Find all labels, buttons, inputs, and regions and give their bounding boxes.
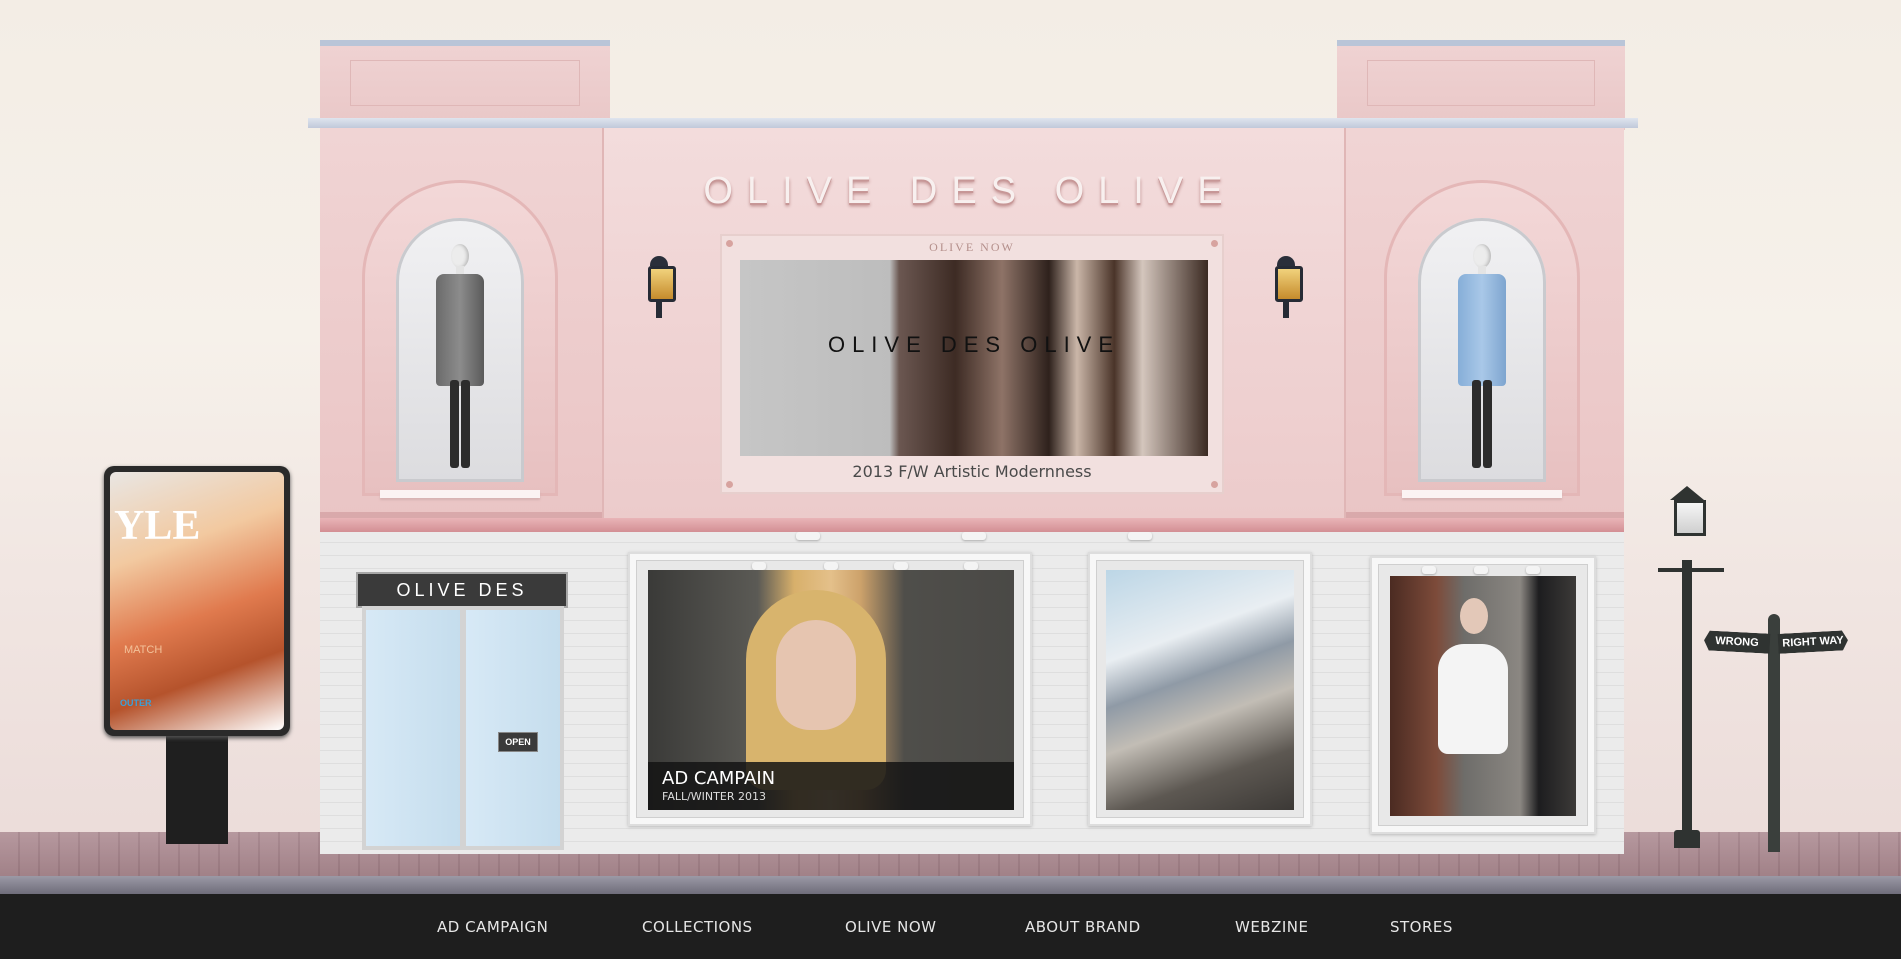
- mannequin-tweed-coat[interactable]: [430, 240, 490, 480]
- roof-cornice: [308, 118, 1638, 128]
- door-sign: OLIVE DES OLIVE: [356, 572, 568, 632]
- collection-photo[interactable]: [1106, 570, 1294, 810]
- roof-tower-right: [1337, 40, 1625, 130]
- ceiling-light: [1128, 532, 1152, 540]
- ceiling-light: [962, 532, 986, 540]
- kiosk-text-match: MATCH: [124, 644, 163, 656]
- lookbook-photo[interactable]: [1390, 576, 1576, 816]
- nav-olive-now[interactable]: OLIVE NOW: [845, 918, 936, 936]
- nav-webzine[interactable]: WEBZINE: [1235, 918, 1309, 936]
- billboard-caption[interactable]: 2013 F/W Artistic Modernness: [722, 462, 1222, 481]
- ad-campaign-photo[interactable]: AD CAMPAIN FALL/WINTER 2013: [648, 570, 1014, 810]
- ad-campaign-subtitle: FALL/WINTER 2013: [662, 790, 766, 803]
- billboard-brand-text: OLIVE DES OLIVE: [827, 332, 1121, 357]
- kiosk-post: [166, 736, 228, 844]
- ad-campaign-title: AD CAMPAIN: [662, 768, 776, 789]
- mannequin-blue-coat[interactable]: [1452, 240, 1512, 480]
- collection-window[interactable]: [1088, 552, 1312, 826]
- kiosk-ad-image[interactable]: YLE MATCH OUTER: [110, 472, 284, 730]
- ceiling-light: [796, 532, 820, 540]
- roof-tower-left: [320, 40, 610, 130]
- kiosk-logo: YLE: [114, 503, 201, 549]
- magazine-kiosk[interactable]: YLE MATCH OUTER: [104, 466, 290, 736]
- lookbook-window[interactable]: [1370, 556, 1596, 834]
- store-door[interactable]: [362, 606, 564, 850]
- street-lamp-post: [1682, 560, 1692, 846]
- arch-window-right[interactable]: [1384, 180, 1580, 498]
- nav-ad-campaign[interactable]: AD CAMPAIGN: [437, 918, 548, 936]
- ad-campaign-window[interactable]: AD CAMPAIN FALL/WINTER 2013: [628, 552, 1032, 826]
- billboard-label: OLIVE NOW: [929, 240, 1015, 254]
- ad-campaign-caption[interactable]: AD CAMPAIN FALL/WINTER 2013: [648, 762, 1014, 810]
- sign-right-way[interactable]: RIGHT WAY: [1778, 630, 1849, 654]
- wall-lantern-left: [644, 256, 676, 320]
- street-sign-post: [1768, 614, 1780, 852]
- wall-lantern-right: [1271, 256, 1303, 320]
- main-navigation: AD CAMPAIGN COLLECTIONS OLIVE NOW ABOUT …: [0, 894, 1901, 959]
- open-sign: OPEN: [498, 732, 538, 752]
- billboard-video[interactable]: OLIVE DES OLIVE: [740, 260, 1208, 456]
- facade-belt: [320, 518, 1624, 532]
- kiosk-text-outer: OUTER: [120, 698, 152, 708]
- curb: [0, 876, 1901, 894]
- street-lamp-base: [1674, 830, 1700, 848]
- nav-about-brand[interactable]: ABOUT BRAND: [1025, 918, 1141, 936]
- arch-window-left[interactable]: [362, 180, 558, 498]
- olive-now-billboard[interactable]: OLIVE NOW OLIVE DES OLIVE 2013 F/W Artis…: [722, 236, 1222, 492]
- nav-collections[interactable]: COLLECTIONS: [642, 918, 753, 936]
- nav-stores[interactable]: STORES: [1390, 918, 1453, 936]
- street-lamp-head: [1668, 476, 1706, 550]
- sign-wrong-way[interactable]: WRONG WAY: [1704, 630, 1771, 653]
- store-title: OLIVE DES OLIVE: [703, 170, 1237, 212]
